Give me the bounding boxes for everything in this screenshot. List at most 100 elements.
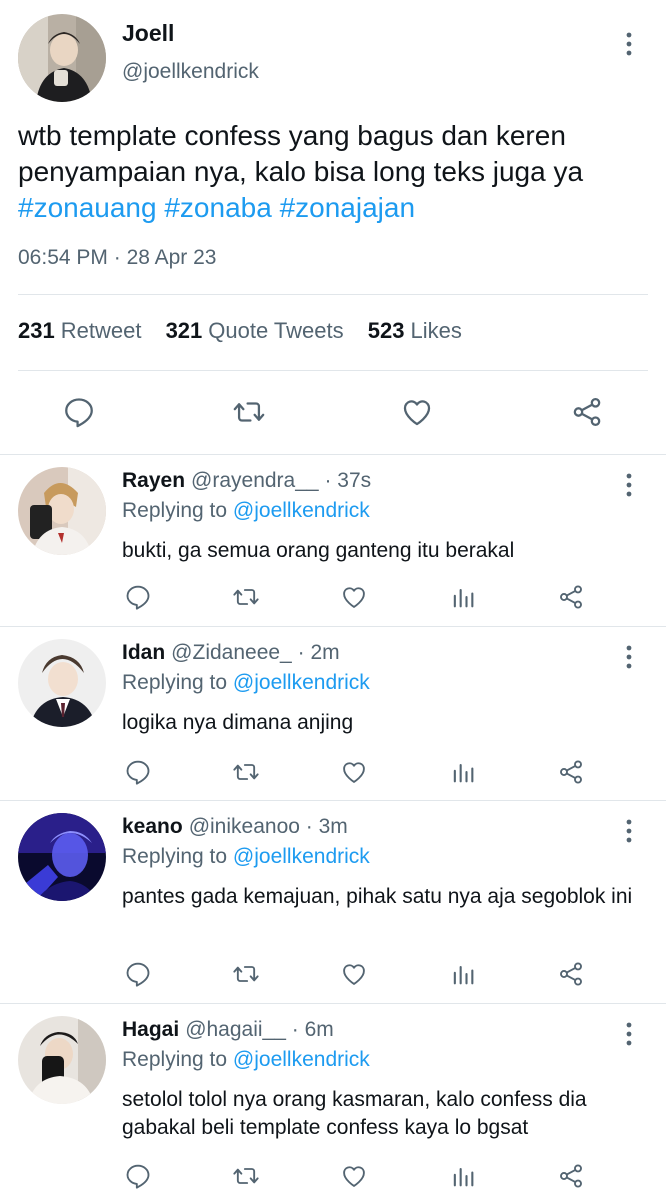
reply-icon[interactable] [124,758,152,786]
reply-actions [0,583,666,617]
more-options-icon[interactable] [618,1020,640,1048]
reply-time[interactable]: 2m [310,641,339,664]
analytics-icon[interactable] [449,583,477,611]
retweet-icon[interactable] [232,758,260,786]
tweet-text: wtb template confess yang bagus dan kere… [18,118,658,226]
like-icon[interactable] [340,1162,368,1190]
retweet-label: Retweet [60,318,142,343]
reply-time[interactable]: 3m [319,815,348,838]
main-tweet: Joell @joellkendrick wtb template confes… [0,0,666,455]
retweet-number: 231 [18,318,55,343]
reply-time[interactable]: 37s [337,469,371,492]
retweet-icon[interactable] [232,960,260,988]
hashtag-link[interactable]: #zonaba [164,192,271,223]
more-options-icon[interactable] [618,30,640,58]
reply-separator: · [305,815,313,838]
quote-tweet-count[interactable]: 321 Quote Tweets [166,318,344,344]
tweet-timestamp[interactable]: 06:54 PM · 28 Apr 23 [18,246,216,270]
replying-mention[interactable]: @joellkendrick [233,499,370,522]
quote-label: Quote Tweets [208,318,344,343]
reply-author-handle[interactable]: @inikeanoo [189,815,300,838]
hashtag-link[interactable]: #zonajajan [280,192,415,223]
author-handle[interactable]: @joellkendrick [122,60,259,84]
share-icon[interactable] [557,1162,585,1190]
tweet-time: 06:54 PM [18,246,108,269]
retweet-icon[interactable] [232,1162,260,1190]
share-icon[interactable] [557,758,585,786]
replying-label: Replying to [122,845,228,868]
reply-text: logika nya dimana anjing [122,711,354,734]
retweet-count[interactable]: 231 Retweet [18,318,141,344]
reply-tweet[interactable]: Rayen @rayendra__ · 37s Replying to @joel… [0,455,666,627]
divider [18,370,648,371]
more-options-icon[interactable] [618,817,640,845]
retweet-icon[interactable] [232,395,266,429]
divider [18,294,648,295]
reply-text: bukti, ga semua orang ganteng itu beraka… [122,539,515,562]
replying-to: Replying to @joellkendrick [122,499,370,523]
share-icon[interactable] [557,960,585,988]
hashtag-line: #zonauang #zonaba #zonajajan [18,190,658,226]
like-icon[interactable] [340,758,368,786]
analytics-icon[interactable] [449,960,477,988]
reply-text: setolol tolol nya orang kasmaran, kalo c… [122,1088,587,1139]
reply-author-name[interactable]: Rayen [122,469,185,492]
author-avatar[interactable] [18,14,106,102]
like-icon[interactable] [340,960,368,988]
reply-separator: · [324,469,332,492]
author-name[interactable]: Joell [122,20,174,47]
reply-tweet[interactable]: Idan @Zidaneee_ · 2m Replying to @joellke… [0,627,666,801]
reply-icon[interactable] [124,960,152,988]
quote-number: 321 [165,318,203,343]
like-icon[interactable] [400,395,434,429]
reply-icon[interactable] [124,583,152,611]
replying-label: Replying to [122,499,228,522]
share-icon[interactable] [557,583,585,611]
replying-label: Replying to [122,671,228,694]
retweet-icon[interactable] [232,583,260,611]
reply-time[interactable]: 6m [305,1018,334,1041]
hashtag-link[interactable]: #zonauang [18,192,157,223]
reply-separator: · [291,1018,299,1041]
like-label: Likes [410,318,462,343]
reply-icon[interactable] [124,1162,152,1190]
more-options-icon[interactable] [618,471,640,499]
reply-tweet[interactable]: Hagai @hagaii__ · 6m Replying to @joellke… [0,1004,666,1200]
reply-header: Idan @Zidaneee_ · 2m [122,641,340,665]
replying-to: Replying to @joellkendrick [122,1048,370,1072]
reply-author-handle[interactable]: @hagaii__ [185,1018,286,1041]
tweet-stats: 231 Retweet 321 Quote Tweets 523 Likes [18,318,480,344]
reply-author-name[interactable]: keano [122,815,183,838]
reply-avatar[interactable] [18,467,106,555]
reply-header: keano @inikeanoo · 3m [122,815,348,839]
reply-author-handle[interactable]: @Zidaneee_ [171,641,292,664]
reply-actions [0,758,666,792]
timestamp-separator: · [107,246,127,269]
reply-icon[interactable] [62,395,96,429]
reply-actions [0,1162,666,1196]
replying-mention[interactable]: @joellkendrick [233,671,370,694]
more-options-icon[interactable] [618,643,640,671]
replying-to: Replying to @joellkendrick [122,671,370,695]
share-icon[interactable] [570,395,604,429]
reply-actions [0,960,666,994]
reply-header: Hagai @hagaii__ · 6m [122,1018,334,1042]
tweet-date: 28 Apr 23 [126,246,217,269]
replying-mention[interactable]: @joellkendrick [233,1048,370,1071]
reply-tweet[interactable]: keano @inikeanoo · 3m Replying to @joellk… [0,801,666,1004]
analytics-icon[interactable] [449,1162,477,1190]
like-icon[interactable] [340,583,368,611]
reply-header: Rayen @rayendra__ · 37s [122,469,371,493]
reply-separator: · [297,641,305,664]
tweet-text-line: wtb template confess yang bagus dan kere… [18,120,566,151]
like-count[interactable]: 523 Likes [368,318,462,344]
replying-mention[interactable]: @joellkendrick [233,845,370,868]
analytics-icon[interactable] [449,758,477,786]
reply-avatar[interactable] [18,1016,106,1104]
reply-avatar[interactable] [18,639,106,727]
reply-avatar[interactable] [18,813,106,901]
reply-author-name[interactable]: Idan [122,641,165,664]
reply-author-handle[interactable]: @rayendra__ [191,469,319,492]
tweet-text-line: penyampaian nya, kalo bisa long teks jug… [18,156,584,187]
reply-author-name[interactable]: Hagai [122,1018,179,1041]
